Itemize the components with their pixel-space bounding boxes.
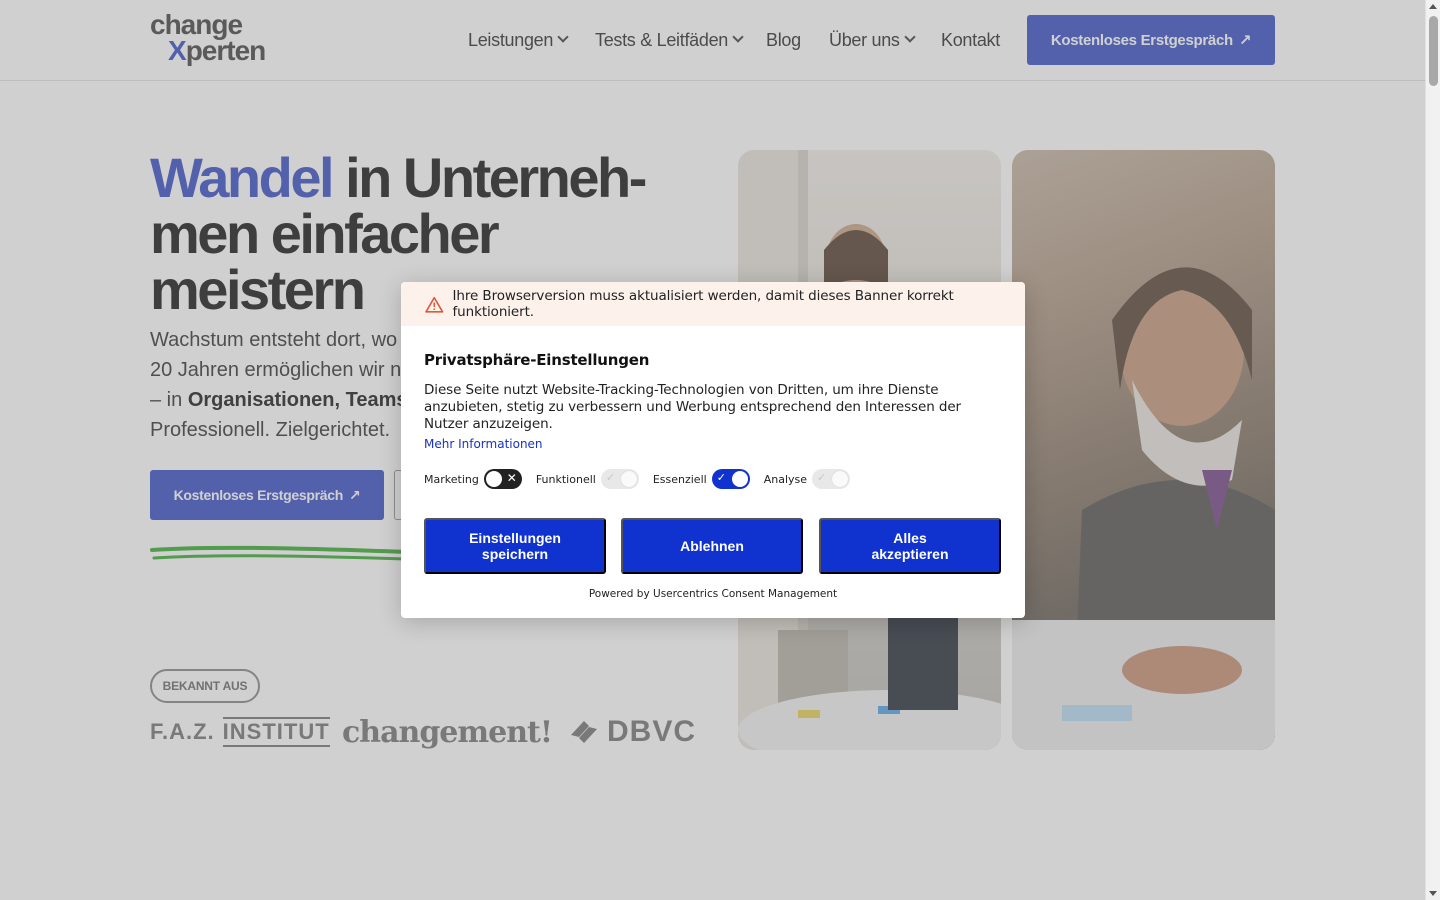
- consent-title: Privatsphäre-Einstellungen: [424, 351, 650, 369]
- browser-warning-bar: Ihre Browserversion muss aktualisiert we…: [401, 282, 1025, 326]
- accept-all-button[interactable]: Alles akzeptieren: [819, 518, 1001, 574]
- check-icon: ✓: [716, 471, 726, 484]
- toggle-label-analyse: Analyse: [763, 472, 808, 486]
- consent-description: Diese Seite nutzt Website-Tracking-Techn…: [424, 382, 961, 432]
- more-info-link[interactable]: Mehr Informationen: [424, 437, 543, 451]
- scroll-down-arrow-icon[interactable]: [1429, 891, 1437, 896]
- scrollbar-thumb[interactable]: [1429, 16, 1438, 86]
- page-scrollbar[interactable]: [1425, 0, 1440, 900]
- analytics-toggle[interactable]: ✓: [812, 469, 851, 489]
- check-icon: ✓: [605, 471, 616, 484]
- functional-toggle[interactable]: ✓: [600, 469, 639, 489]
- check-icon: ✓: [817, 471, 827, 484]
- save-settings-button[interactable]: Einstellungen speichern: [424, 518, 606, 574]
- warning-triangle-icon: [425, 296, 444, 313]
- scroll-up-arrow-icon[interactable]: [1429, 4, 1437, 9]
- close-icon: ✕: [506, 471, 517, 485]
- browser-warning-text: Ihre Browserversion muss aktualisiert we…: [452, 288, 954, 320]
- consent-toggles: Marketing ✕ Funktionell ✓ Essenziell ✓ A…: [424, 469, 864, 489]
- deny-button[interactable]: Ablehnen: [621, 518, 803, 574]
- privacy-consent-dialog: Ihre Browserversion muss aktualisiert we…: [401, 282, 1025, 618]
- essential-toggle[interactable]: ✓: [711, 469, 750, 489]
- toggle-label-marketing: Marketing: [424, 472, 479, 486]
- powered-by-text: Powered by Usercentrics Consent Manageme…: [588, 588, 838, 600]
- toggle-label-essenziell: Essenziell: [652, 472, 707, 486]
- toggle-label-funktionell: Funktionell: [535, 472, 596, 486]
- marketing-toggle[interactable]: ✕: [483, 469, 522, 489]
